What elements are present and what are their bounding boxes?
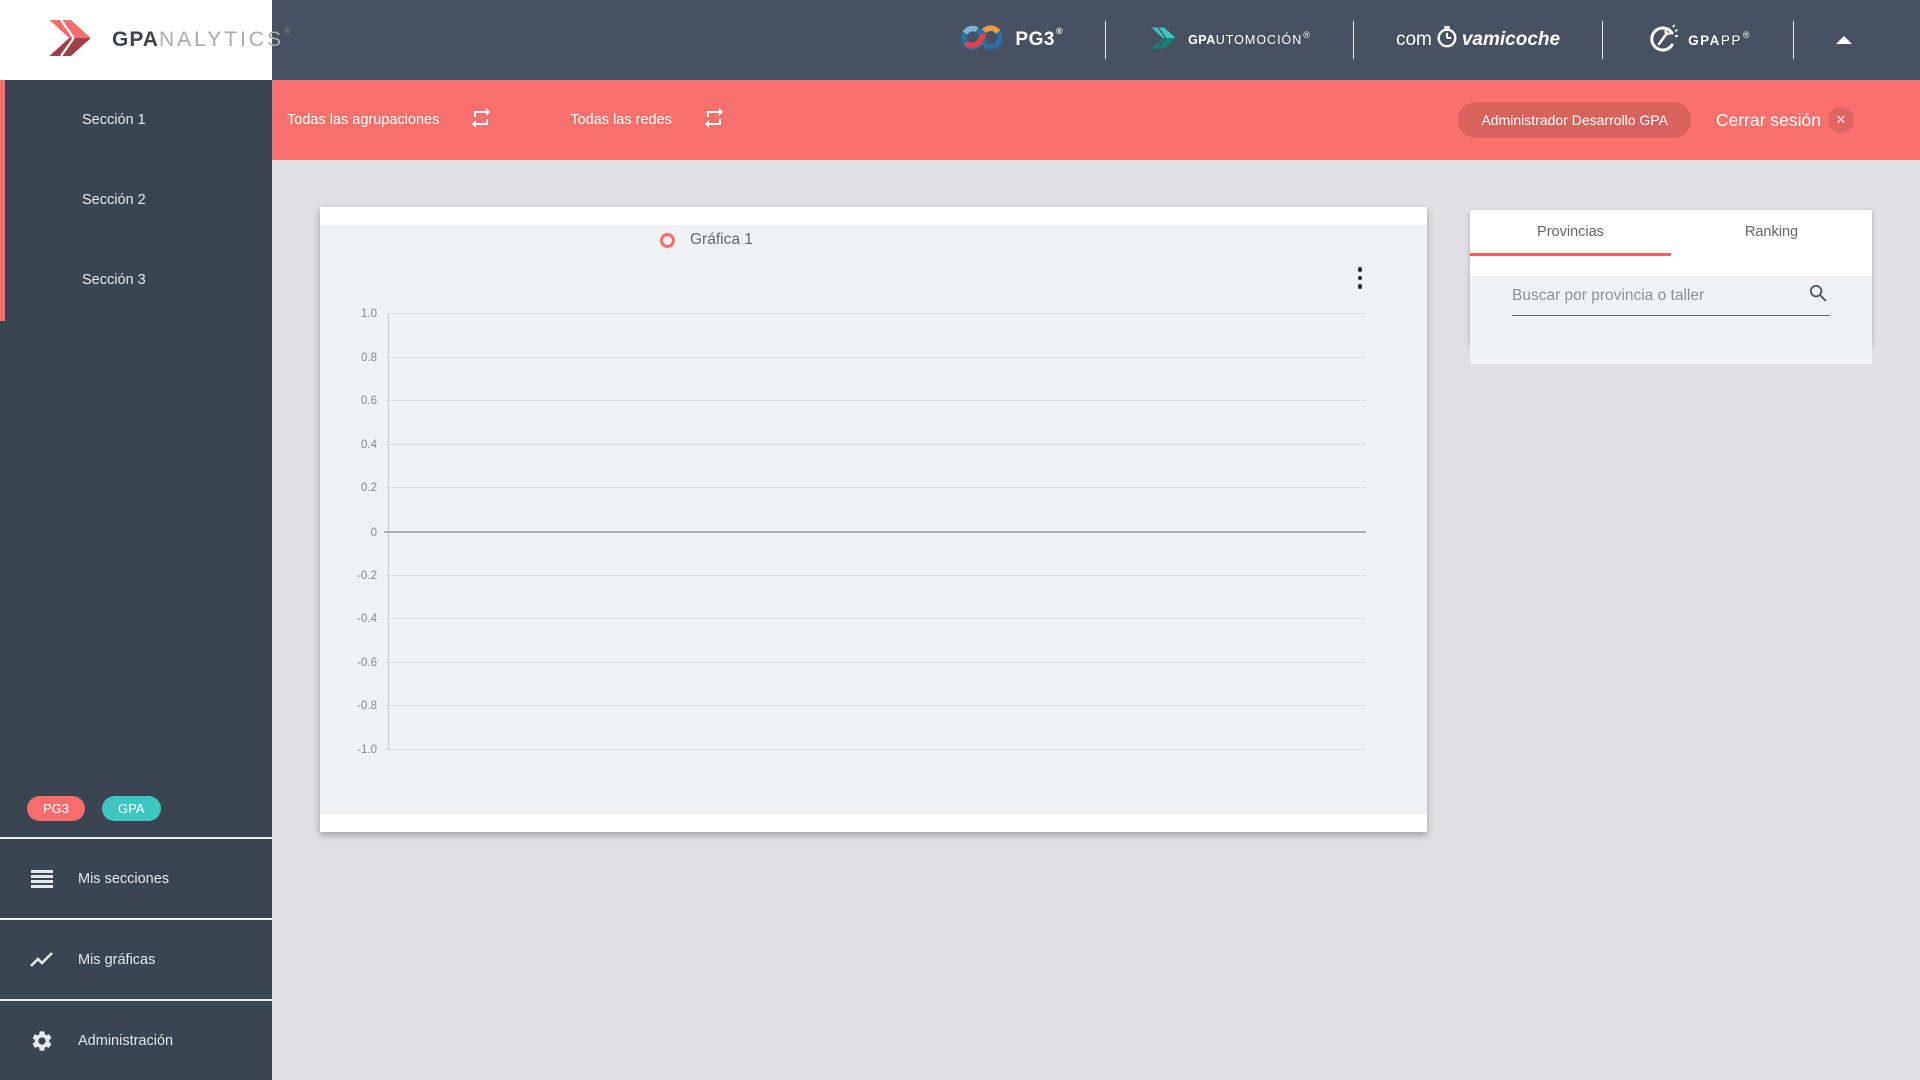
sidebar-item-label: Sección 1 xyxy=(82,112,146,128)
header-divider xyxy=(1352,21,1354,59)
gpanalytics-arrow-icon xyxy=(44,16,98,65)
sidebar-item-label: Sección 2 xyxy=(82,192,146,208)
sidebar-item-administracion[interactable]: Administración xyxy=(0,999,272,1080)
tab-provincias[interactable]: Provincias xyxy=(1470,210,1671,256)
sidebar-item-seccion-2[interactable]: Sección 2 xyxy=(0,160,272,240)
gridline: -1.0 xyxy=(357,744,1366,756)
sidebar-item-mis-graficas[interactable]: Mis gráficas xyxy=(0,918,272,999)
gridline: -0.4 xyxy=(357,613,1366,625)
tab-label: Provincias xyxy=(1537,223,1604,240)
sidebar-item-mis-secciones[interactable]: Mis secciones xyxy=(0,837,272,918)
sidebar-item-label: Mis secciones xyxy=(78,870,170,887)
y-tick-label: 1.0 xyxy=(361,308,377,320)
gridline: 0.6 xyxy=(361,395,1366,407)
main-content: Gráfica 1 1.0 0.8 0.6 0.4 0.2 0 -0.2 -0.4 -0.6 -0… xyxy=(272,160,1920,1080)
filter-bar: Todas las agrupaciones Todas las redes A… xyxy=(272,80,1920,160)
gridline: 0 xyxy=(371,527,1366,539)
y-tick-label: -0.6 xyxy=(357,656,377,669)
gridline: 0.4 xyxy=(361,439,1366,451)
y-tick-label: -0.4 xyxy=(357,613,377,626)
y-tick-label: -0.2 xyxy=(357,569,377,582)
logout-button[interactable]: Cerrar sesión xyxy=(1716,110,1821,131)
chart-legend[interactable]: Gráfica 1 xyxy=(660,231,753,249)
swap-icon[interactable] xyxy=(702,106,726,135)
top-header: PG3® GPAUTOMOCIÓN® com vamicoche GPAPP® xyxy=(272,0,1920,80)
gpautomocion-arrow-icon xyxy=(1148,24,1180,57)
pg3-logo: PG3® xyxy=(959,22,1063,59)
tab-ranking[interactable]: Ranking xyxy=(1671,210,1872,256)
y-tick-label: 0.6 xyxy=(361,395,377,408)
sidebar-active-accent xyxy=(0,80,5,321)
comprovamicoche-right: vamicoche xyxy=(1461,29,1561,50)
panel-body: Buscar por provincia o taller xyxy=(1470,276,1872,364)
agrupaciones-select[interactable]: Todas las agrupaciones xyxy=(287,106,493,135)
sidebar-item-seccion-3[interactable]: Sección 3 xyxy=(0,240,272,320)
gridline: -0.8 xyxy=(357,700,1366,712)
clock-icon xyxy=(1435,25,1459,55)
y-tick-label: 0.4 xyxy=(361,438,377,451)
header-divider xyxy=(1793,21,1794,59)
plot-area: 1.0 0.8 0.6 0.4 0.2 0 -0.2 -0.4 -0.6 -0.8 -1.0 xyxy=(357,308,1366,756)
collapse-caret-icon[interactable] xyxy=(1836,36,1852,44)
header-divider xyxy=(1602,21,1604,59)
gpanalytics-wordmark: GPANALYTICS® xyxy=(112,26,292,51)
panel-tabs: Provincias Ranking xyxy=(1470,210,1872,256)
gridline: 1.0 xyxy=(361,308,1366,320)
search-input[interactable]: Buscar por provincia o taller xyxy=(1512,276,1830,316)
search-placeholder: Buscar por provincia o taller xyxy=(1512,286,1705,304)
y-tick-label: -0.8 xyxy=(357,700,377,713)
pg3-infinity-icon xyxy=(959,22,1005,59)
gpautomocion-logo: GPAUTOMOCIÓN® xyxy=(1148,24,1311,57)
y-tick-label: 0 xyxy=(370,527,377,539)
sidebar-item-label: Sección 3 xyxy=(82,272,146,288)
y-tick-label: -1.0 xyxy=(357,744,377,756)
gridline: 0.8 xyxy=(361,352,1366,364)
header-divider xyxy=(1105,21,1107,59)
gpapp-wordmark: GPAPP® xyxy=(1688,29,1751,48)
comprovamicoche-logo: com vamicoche xyxy=(1396,25,1560,55)
sidebar: GPANALYTICS® Sección 1 Sección 2 Sección… xyxy=(0,0,291,1080)
gridline: -0.6 xyxy=(357,657,1366,669)
logout-close-icon[interactable]: ✕ xyxy=(1828,107,1854,133)
filterbar-right: Administrador Desarrollo GPA Cerrar sesi… xyxy=(1458,102,1854,138)
app-root: GPANALYTICS® Sección 1 Sección 2 Sección… xyxy=(0,0,1920,1080)
legend-label: Gráfica 1 xyxy=(690,231,753,248)
sidebar-item-seccion-1[interactable]: Sección 1 xyxy=(0,80,272,160)
search-icon[interactable] xyxy=(1807,282,1830,310)
comprovamicoche-left: com xyxy=(1395,29,1432,50)
chart-menu-kebab-icon[interactable] xyxy=(1351,265,1369,291)
user-chip-label: Administrador Desarrollo GPA xyxy=(1481,112,1668,128)
y-tick-label: 0.8 xyxy=(361,351,377,364)
redes-select-label: Todas las redes xyxy=(570,112,672,128)
gpanalytics-logo: GPANALYTICS® xyxy=(0,0,291,80)
swap-icon[interactable] xyxy=(469,106,493,135)
y-tick-label: 0.2 xyxy=(361,482,377,495)
agrupaciones-select-label: Todas las agrupaciones xyxy=(287,112,440,128)
gridline: 0.2 xyxy=(361,482,1366,494)
provinces-panel: Provincias Ranking Buscar por provincia … xyxy=(1470,210,1872,364)
sidebar-item-label: Mis gráficas xyxy=(78,951,156,968)
gpapp-wrench-icon xyxy=(1645,21,1679,60)
line-chart-icon xyxy=(30,948,54,972)
tab-label: Ranking xyxy=(1744,223,1799,240)
gpautomocion-wordmark: GPAUTOMOCIÓN® xyxy=(1188,30,1311,47)
user-chip: Administrador Desarrollo GPA xyxy=(1458,102,1691,138)
legend-ring-icon xyxy=(660,232,675,248)
sidebar-item-label: Administración xyxy=(78,1032,174,1049)
list-icon xyxy=(30,867,54,891)
sidebar-badges: PG3 GPA xyxy=(0,779,272,837)
pg3-badge[interactable]: PG3 xyxy=(27,795,86,821)
chart-card: Gráfica 1 1.0 0.8 0.6 0.4 0.2 0 -0.2 -0.4 -0.6 -0… xyxy=(320,207,1427,832)
gridline: -0.2 xyxy=(357,570,1366,582)
gear-icon xyxy=(30,1029,54,1053)
gpa-badge[interactable]: GPA xyxy=(102,795,161,821)
pg3-wordmark: PG3® xyxy=(1015,26,1064,50)
redes-select[interactable]: Todas las redes xyxy=(570,106,726,135)
gpapp-logo: GPAPP® xyxy=(1645,21,1751,60)
